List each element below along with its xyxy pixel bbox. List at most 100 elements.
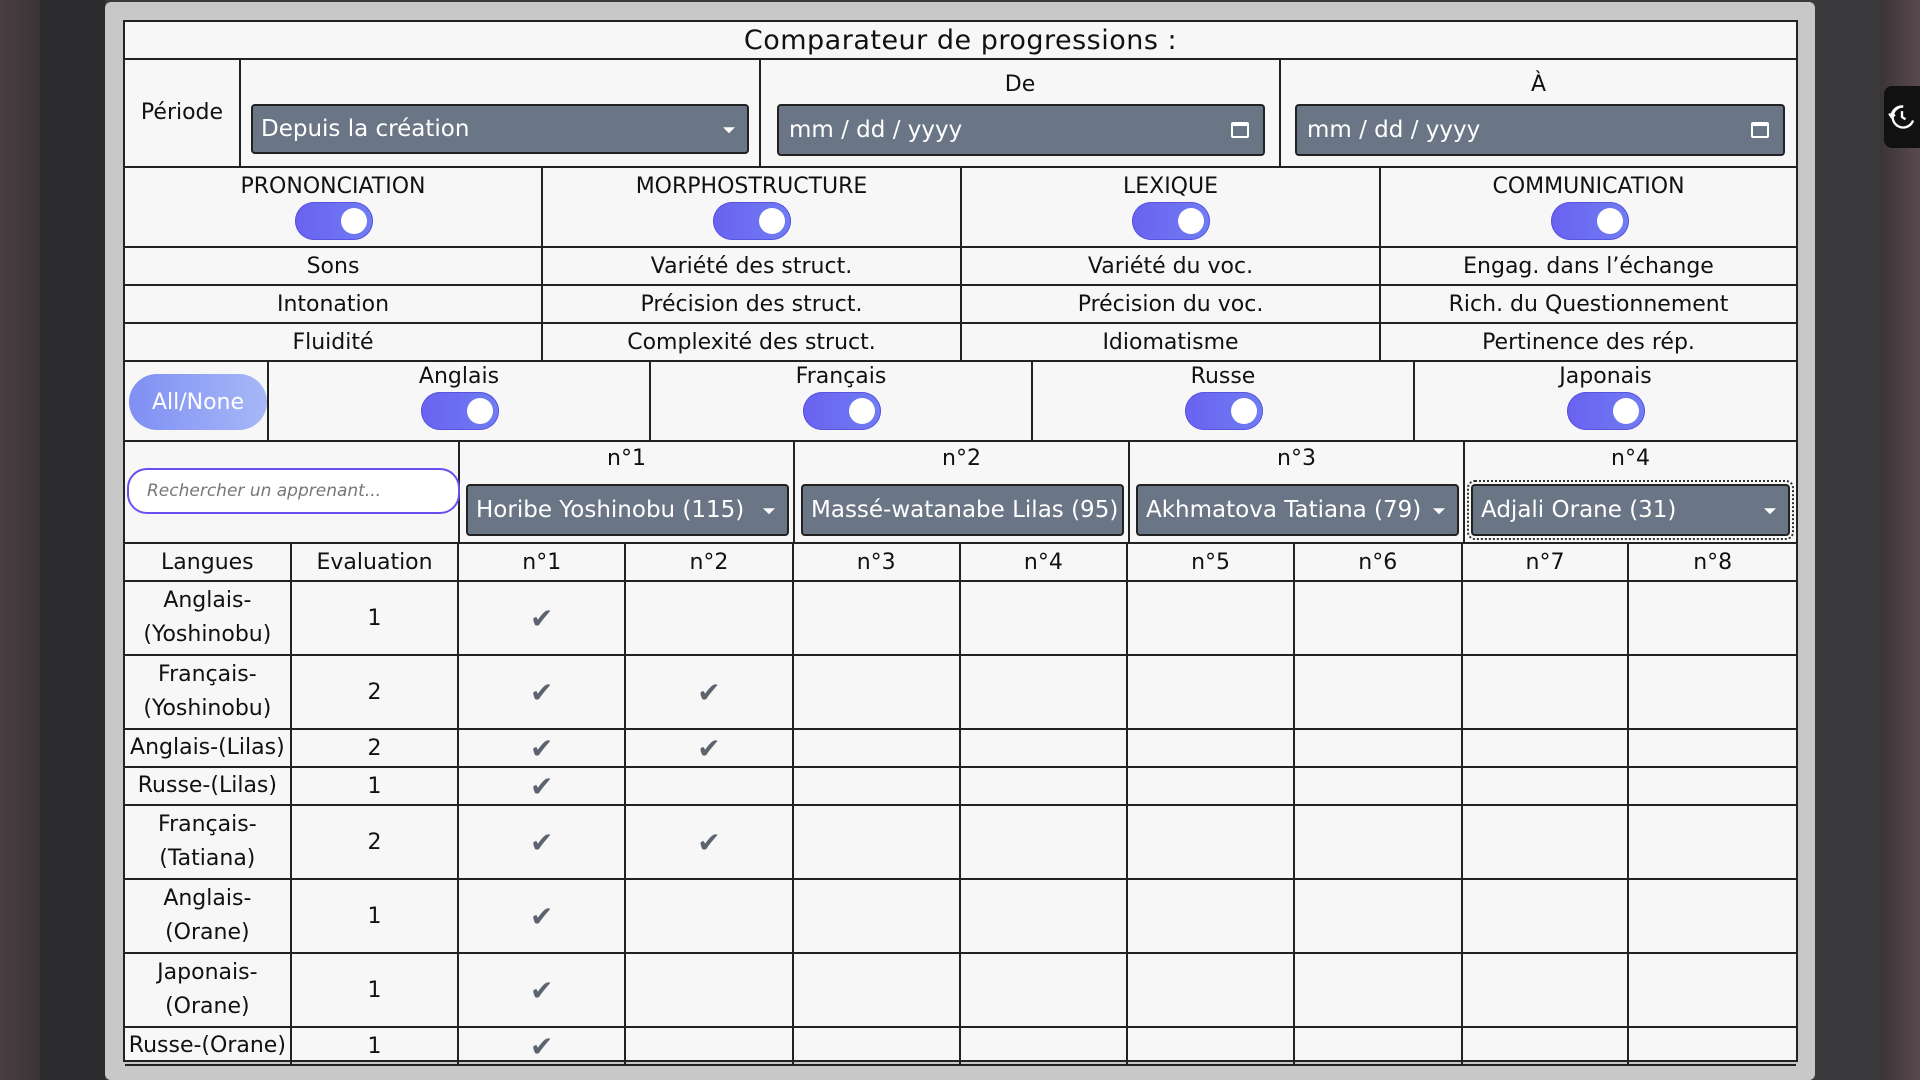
evaluation-cell — [1629, 656, 1797, 730]
language-learner-text: (Orane) — [165, 994, 250, 1019]
language-toggle[interactable] — [421, 392, 499, 430]
criterion-item[interactable]: Rich. du Questionnement — [1381, 286, 1796, 324]
check-icon: ✔ — [530, 899, 554, 933]
evaluation-cell — [960, 768, 1129, 806]
learner-search-input[interactable]: Rechercher un apprenant... — [127, 468, 460, 514]
criterion-item[interactable]: Pertinence des rép. — [1381, 324, 1796, 362]
criterion-item[interactable]: Fluidité — [125, 324, 543, 362]
learner-select[interactable]: Akhmatova Tatiana (79) — [1136, 484, 1459, 536]
evaluation-cell — [1462, 880, 1630, 954]
language-japanese: Japonais — [1415, 362, 1796, 442]
evaluation-cell: ✔ — [459, 1028, 627, 1066]
language-toggle[interactable] — [1567, 392, 1645, 430]
language-learner-cell: Anglais-(Lilas) — [125, 730, 292, 768]
language-learner-text: Français- — [158, 812, 257, 837]
language-french: Français — [651, 362, 1033, 442]
criterion-item[interactable]: Variété du voc. — [962, 248, 1381, 286]
language-learner-text: Français- — [158, 662, 257, 687]
calendar-icon[interactable] — [1751, 122, 1769, 138]
learner-select[interactable]: Adjali Orane (31) — [1467, 480, 1794, 540]
criterion-item[interactable]: Engag. dans l’échange — [1381, 248, 1796, 286]
table-row: Anglais- (Orane) 1 ✔ — [125, 880, 1797, 954]
language-learner-cell: Français- (Yoshinobu) — [125, 656, 292, 730]
evaluation-cell — [1629, 768, 1797, 806]
language-toggle[interactable] — [803, 392, 881, 430]
background-right — [1880, 0, 1920, 1080]
calendar-icon[interactable] — [1231, 122, 1249, 138]
evaluation-cell — [793, 656, 961, 730]
evaluation-cell — [960, 656, 1129, 730]
evaluation-count: 2 — [291, 730, 460, 768]
evaluation-cell — [1294, 806, 1463, 880]
all-none-cell: All/None — [125, 362, 269, 442]
language-learner-text: (Yoshinobu) — [143, 696, 272, 721]
criterion-item[interactable]: Précision des struct. — [543, 286, 962, 324]
comparator-frame: Comparateur de progressions : Période De… — [123, 20, 1798, 1066]
language-learner-text: Anglais- — [163, 588, 252, 613]
evaluation-cell — [960, 1028, 1129, 1066]
learner-select-value: Massé-watanabe Lilas (95) — [811, 497, 1119, 523]
check-icon: ✔ — [530, 973, 554, 1007]
period-row: Période Depuis la création De mm / dd / … — [125, 58, 1796, 168]
table-row: Anglais- (Yoshinobu) 1 ✔ — [125, 582, 1797, 656]
learner-slot-label: n°2 — [942, 446, 981, 471]
date-from-cell: De mm / dd / yyyy — [761, 58, 1281, 168]
date-to-input[interactable]: mm / dd / yyyy — [1295, 104, 1785, 156]
evaluation-cell — [1629, 954, 1797, 1028]
learner-select[interactable]: Massé-watanabe Lilas (95) — [801, 484, 1124, 536]
history-button[interactable] — [1884, 86, 1920, 148]
evaluation-count: 1 — [291, 1028, 460, 1066]
criterion-item[interactable]: Idiomatisme — [962, 324, 1381, 362]
category-toggle[interactable] — [713, 202, 791, 240]
evaluation-cell — [793, 768, 961, 806]
category-toggle[interactable] — [1132, 202, 1210, 240]
evaluation-cell — [793, 806, 961, 880]
language-toggle[interactable] — [1185, 392, 1263, 430]
evaluation-cell — [1462, 806, 1630, 880]
learner-slot-3: n°3 Akhmatova Tatiana (79) — [1130, 442, 1465, 544]
evaluation-count: 1 — [291, 880, 460, 954]
category-toggle[interactable] — [1551, 202, 1629, 240]
evaluation-cell — [626, 1028, 794, 1066]
criterion-item[interactable]: Sons — [125, 248, 543, 286]
column-header: n°6 — [1294, 544, 1463, 582]
evaluation-cell — [1128, 1028, 1295, 1066]
learner-select-value: Akhmatova Tatiana (79) — [1146, 497, 1422, 523]
evaluation-cell — [1462, 768, 1630, 806]
table-row: Russe-(Orane) 1 ✔ — [125, 1028, 1797, 1066]
date-from-label: De — [1004, 72, 1036, 97]
evaluation-cell — [960, 730, 1129, 768]
evaluation-cell — [1462, 656, 1630, 730]
check-icon: ✔ — [697, 825, 721, 859]
evaluation-cell — [793, 1028, 961, 1066]
criterion-item[interactable]: Variété des struct. — [543, 248, 962, 286]
table-row: Anglais-(Lilas) 2 ✔ ✔ — [125, 730, 1797, 768]
date-to-cell: À mm / dd / yyyy — [1281, 58, 1796, 168]
all-none-button[interactable]: All/None — [129, 374, 267, 430]
criterion-item[interactable]: Complexité des struct. — [543, 324, 962, 362]
criteria-row: Intonation Précision des struct. Précisi… — [125, 286, 1796, 324]
evaluation-cell — [1128, 656, 1295, 730]
evaluation-cell — [626, 954, 794, 1028]
evaluation-cell — [1294, 582, 1463, 656]
period-select[interactable]: Depuis la création — [251, 104, 749, 154]
learner-select[interactable]: Horibe Yoshinobu (115) — [466, 484, 789, 536]
results-header-row: Langues Evaluation n°1 n°2 n°3 n°4 n°5 n… — [125, 544, 1797, 582]
history-icon — [1888, 105, 1915, 129]
page-title: Comparateur de progressions : — [125, 22, 1796, 60]
criterion-item[interactable]: Intonation — [125, 286, 543, 324]
language-learner-text: (Orane) — [165, 920, 250, 945]
check-icon: ✔ — [530, 769, 554, 803]
criterion-item[interactable]: Précision du voc. — [962, 286, 1381, 324]
background-left — [0, 0, 40, 1080]
evaluation-cell: ✔ — [459, 954, 627, 1028]
evaluation-cell — [793, 880, 961, 954]
learner-slot-label: n°4 — [1611, 446, 1650, 471]
category-toggle[interactable] — [295, 202, 373, 240]
date-from-input[interactable]: mm / dd / yyyy — [777, 104, 1265, 156]
evaluation-cell — [1294, 768, 1463, 806]
evaluation-cell — [960, 806, 1129, 880]
table-row: Russe-(Lilas) 1 ✔ — [125, 768, 1797, 806]
learner-slot-2: n°2 Massé-watanabe Lilas (95) — [795, 442, 1130, 544]
language-learner-text: Anglais- — [163, 886, 252, 911]
